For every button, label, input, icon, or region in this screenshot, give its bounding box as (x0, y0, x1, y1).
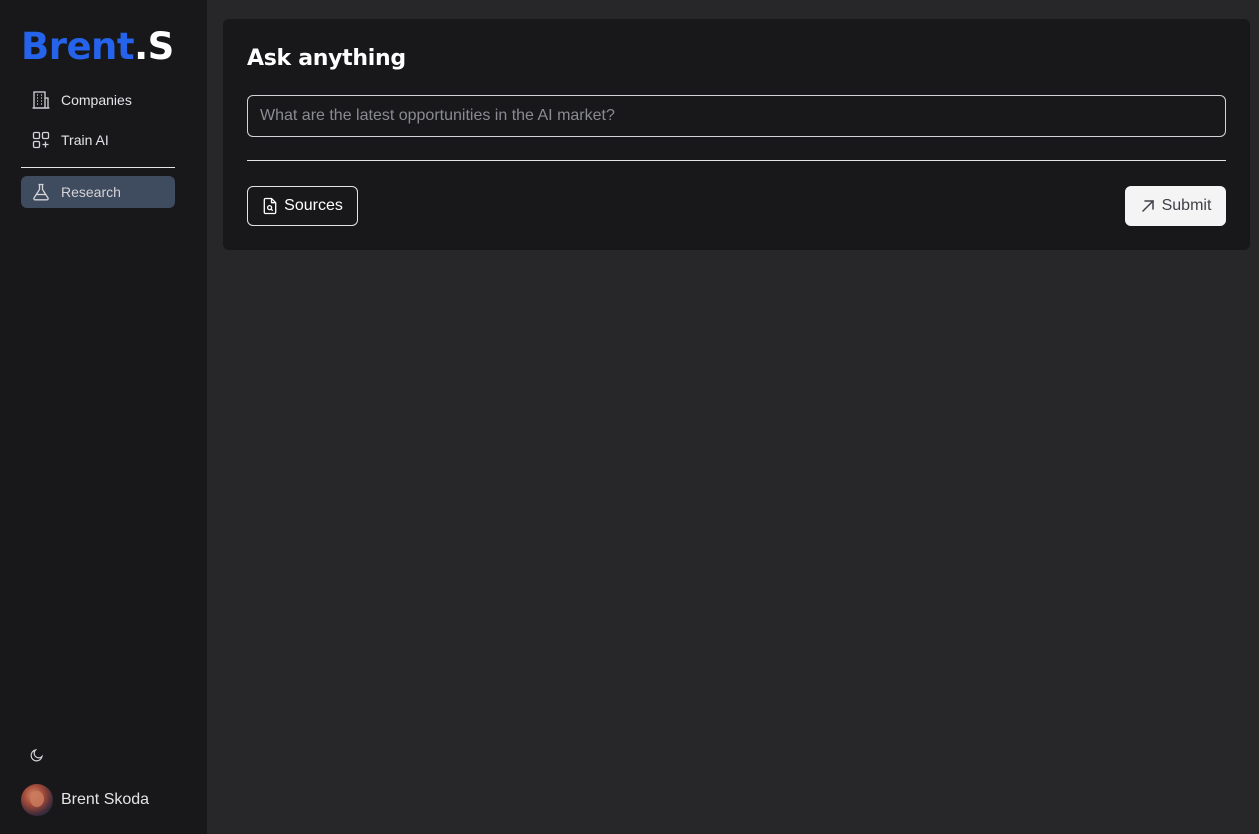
sources-button[interactable]: Sources (247, 186, 358, 226)
brand-suffix: .S (134, 25, 174, 68)
query-input[interactable] (247, 95, 1226, 137)
sidebar: Brent.S Companies Train AI Research Bren… (0, 0, 207, 834)
main-content: Ask anything Sources (207, 0, 1259, 834)
submit-label: Submit (1161, 197, 1212, 214)
user-profile[interactable]: Brent Skoda (21, 784, 149, 816)
page-title: Ask anything (247, 46, 406, 71)
app-root: Brent.S Companies Train AI Research Bren… (0, 0, 1259, 834)
sources-label: Sources (284, 197, 343, 214)
flask-icon (31, 182, 51, 202)
brand-name: Brent (21, 25, 135, 68)
sidebar-item-label: Research (61, 184, 121, 200)
card-divider (247, 160, 1226, 161)
brand-logo[interactable]: Brent.S (21, 26, 174, 68)
theme-toggle[interactable] (28, 746, 46, 764)
sidebar-item-label: Train AI (61, 132, 109, 148)
sidebar-item-label: Companies (61, 92, 132, 108)
user-name: Brent Skoda (61, 791, 150, 808)
apps-plus-icon (31, 130, 51, 150)
sidebar-item-companies[interactable]: Companies (21, 84, 175, 116)
moon-icon (30, 748, 44, 762)
file-search-icon (262, 197, 278, 215)
sidebar-nav: Companies Train AI Research (21, 84, 175, 208)
nav-divider (21, 167, 175, 168)
arrow-up-right-icon (1140, 198, 1156, 214)
sidebar-item-research[interactable]: Research (21, 176, 175, 208)
submit-button[interactable]: Submit (1125, 186, 1226, 226)
avatar (21, 784, 53, 816)
ask-card: Ask anything Sources (223, 19, 1250, 250)
building-icon (31, 90, 51, 110)
sidebar-item-train-ai[interactable]: Train AI (21, 124, 175, 156)
